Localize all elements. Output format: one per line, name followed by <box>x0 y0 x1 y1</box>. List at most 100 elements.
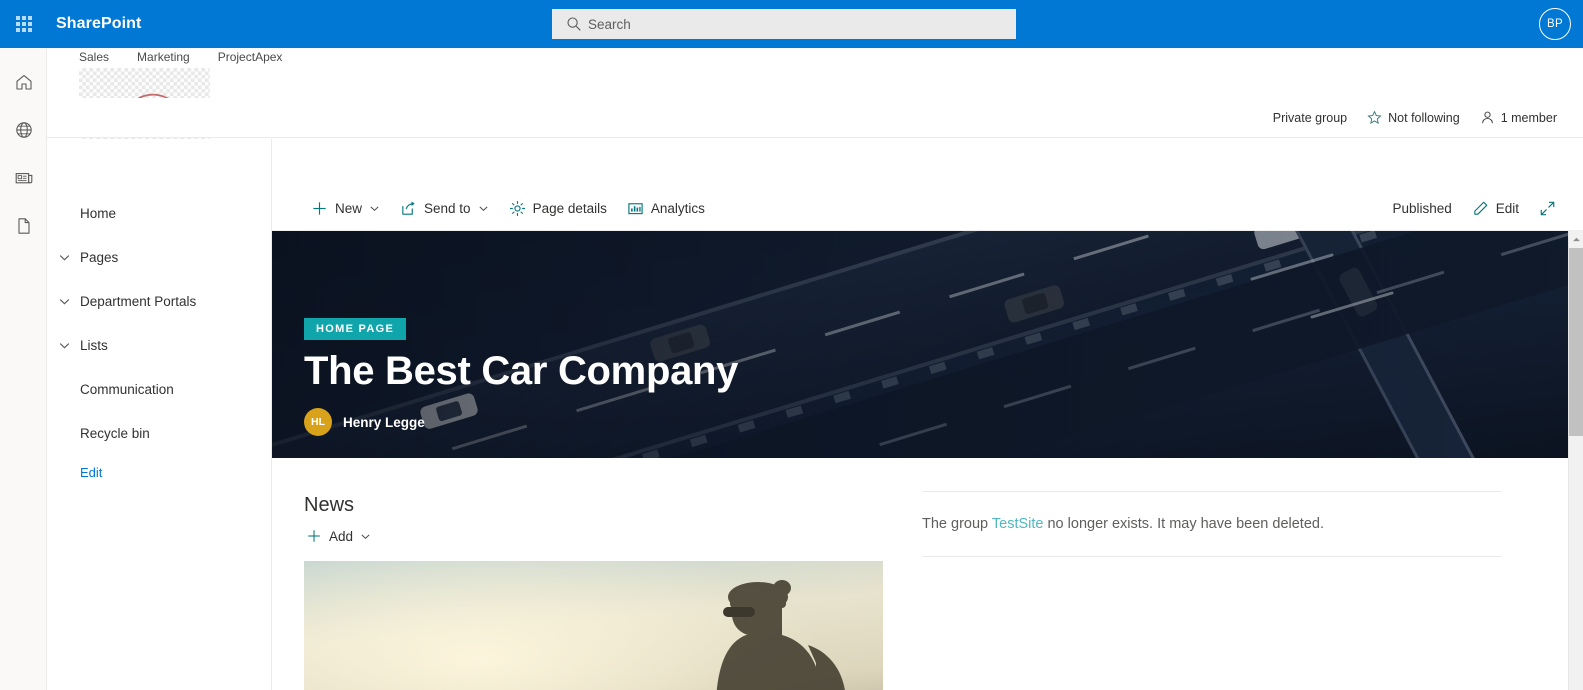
nav-item-label: Department Portals <box>80 293 197 309</box>
page-details-button[interactable]: Page details <box>500 189 616 227</box>
scroll-thumb[interactable] <box>1569 248 1583 436</box>
message-prefix: The group <box>922 516 992 532</box>
news-card[interactable] <box>304 561 883 690</box>
plus-icon <box>308 530 320 542</box>
nav-item-label: Recycle bin <box>80 425 150 441</box>
waffle-dot <box>28 22 32 26</box>
vertical-scrollbar[interactable] <box>1568 231 1583 690</box>
members-button[interactable]: 1 member <box>1480 110 1557 125</box>
nav-item-label: Lists <box>80 337 108 353</box>
waffle-dot <box>28 16 32 20</box>
privacy-label: Private group <box>1272 110 1348 125</box>
hero-author[interactable]: HL Henry Legge <box>304 408 738 436</box>
add-news-label: Add <box>329 528 354 544</box>
nav-item-label: Pages <box>80 249 119 265</box>
top-nav-link-projectapex[interactable]: ProjectApex <box>218 50 283 64</box>
sharepoint-brand-link[interactable]: SharePoint <box>56 15 141 33</box>
search-input[interactable] <box>552 9 1016 39</box>
rail-item-files[interactable] <box>0 202 47 250</box>
command-bar: New Send to Page details Analytics Publi… <box>272 186 1583 231</box>
nav-edit-link[interactable]: Edit <box>47 455 271 489</box>
top-nav-link-sales[interactable]: Sales <box>79 50 109 64</box>
page-body-columns: News Add The group TestSite no longer ex… <box>272 458 1568 690</box>
analytics-button[interactable]: Analytics <box>618 189 714 227</box>
follow-label: Not following <box>1388 110 1460 125</box>
new-button[interactable]: New <box>302 189 389 227</box>
chevron-down-icon[interactable] <box>57 294 71 308</box>
nav-item-label: Communication <box>80 381 174 397</box>
app-launcher-waffle-icon[interactable] <box>0 0 48 48</box>
nav-item-pages[interactable]: Pages <box>47 235 271 279</box>
profile-avatar[interactable]: BP <box>1539 8 1571 40</box>
page-title: The Best Car Company <box>304 349 739 394</box>
waffle-dot <box>16 28 20 32</box>
top-nav-link-marketing[interactable]: Marketing <box>137 50 190 64</box>
waffle-grid <box>16 16 32 32</box>
publish-status-label: Published <box>1392 200 1452 216</box>
nav-item-home[interactable]: Home <box>47 191 271 235</box>
edit-page-button-label: Edit <box>1495 200 1519 216</box>
site-top-navigation: Sales Marketing ProjectApex <box>79 50 282 64</box>
waffle-dot <box>22 22 26 26</box>
chevron-down-icon[interactable] <box>360 531 371 542</box>
nav-item-lists[interactable]: Lists <box>47 323 271 367</box>
author-avatar: HL <box>304 408 332 436</box>
full-screen-button[interactable] <box>1530 189 1565 227</box>
news-card-icon <box>15 173 32 184</box>
rail-item-news[interactable] <box>0 154 47 202</box>
follow-button[interactable]: Not following <box>1367 110 1460 125</box>
home-icon <box>15 75 32 90</box>
chevron-down-icon[interactable] <box>478 203 489 214</box>
command-bar-left-group: New Send to Page details Analytics <box>272 189 714 227</box>
message-suffix: no longer exists. It may have been delet… <box>1043 516 1324 532</box>
waffle-dot <box>22 28 26 32</box>
star-icon <box>1367 110 1382 125</box>
page-canvas: HOME PAGE The Best Car Company HL Henry … <box>272 231 1568 690</box>
waffle-dot <box>28 28 32 32</box>
news-column: News Add <box>272 458 917 690</box>
chevron-down-icon[interactable] <box>369 203 380 214</box>
pencil-icon <box>1474 201 1488 215</box>
hero-banner[interactable]: HOME PAGE The Best Car Company HL Henry … <box>272 231 1568 458</box>
divider-bottom <box>922 556 1502 558</box>
nav-item-communication[interactable]: Communication <box>47 367 271 411</box>
testsite-link[interactable]: TestSite <box>992 516 1044 532</box>
scroll-up-arrow-icon[interactable] <box>1569 231 1583 247</box>
rail-item-home[interactable] <box>0 58 47 106</box>
add-news-button[interactable]: Add <box>304 523 377 549</box>
nav-item-label: Home <box>80 205 117 221</box>
waffle-dot <box>16 22 20 26</box>
send-to-button[interactable]: Send to <box>391 189 498 227</box>
hero-content: HOME PAGE The Best Car Company HL Henry … <box>304 318 738 436</box>
rail-item-sites[interactable] <box>0 106 47 154</box>
chevron-down-icon[interactable] <box>57 338 71 352</box>
group-deleted-message: The group TestSite no longer exists. It … <box>922 492 1502 556</box>
waffle-dot <box>22 16 26 20</box>
plus-icon <box>313 201 326 215</box>
site-navigation-panel: Home Pages Department Portals Lists Comm… <box>47 139 272 690</box>
person-icon <box>1481 111 1493 124</box>
analytics-bar-chart-icon <box>628 202 643 214</box>
nav-item-recycle-bin[interactable]: Recycle bin <box>47 411 271 455</box>
full-screen-expand-icon <box>1540 201 1555 215</box>
members-label: 1 member <box>1500 110 1557 125</box>
waffle-dot <box>16 16 20 20</box>
gear-icon <box>509 200 525 216</box>
command-bar-right-group: Published Edit <box>1383 189 1583 227</box>
new-button-label: New <box>335 200 363 216</box>
news-section-title: News <box>304 494 355 516</box>
nav-item-department-portals[interactable]: Department Portals <box>47 279 271 323</box>
site-meta-row: Private group Not following 1 member <box>47 98 1583 138</box>
send-to-button-label: Send to <box>424 200 471 216</box>
author-name: Henry Legge <box>343 414 425 430</box>
share-icon <box>402 201 415 215</box>
suite-bar: SharePoint BP <box>0 0 1583 48</box>
document-page-icon <box>17 218 30 234</box>
analytics-button-label: Analytics <box>650 200 705 216</box>
chevron-down-icon[interactable] <box>57 250 71 264</box>
group-message-column: The group TestSite no longer exists. It … <box>917 458 1557 690</box>
edit-page-button[interactable]: Edit <box>1463 189 1528 227</box>
page-details-button-label: Page details <box>532 200 607 216</box>
globe-icon <box>15 122 32 138</box>
home-page-badge: HOME PAGE <box>304 318 407 341</box>
